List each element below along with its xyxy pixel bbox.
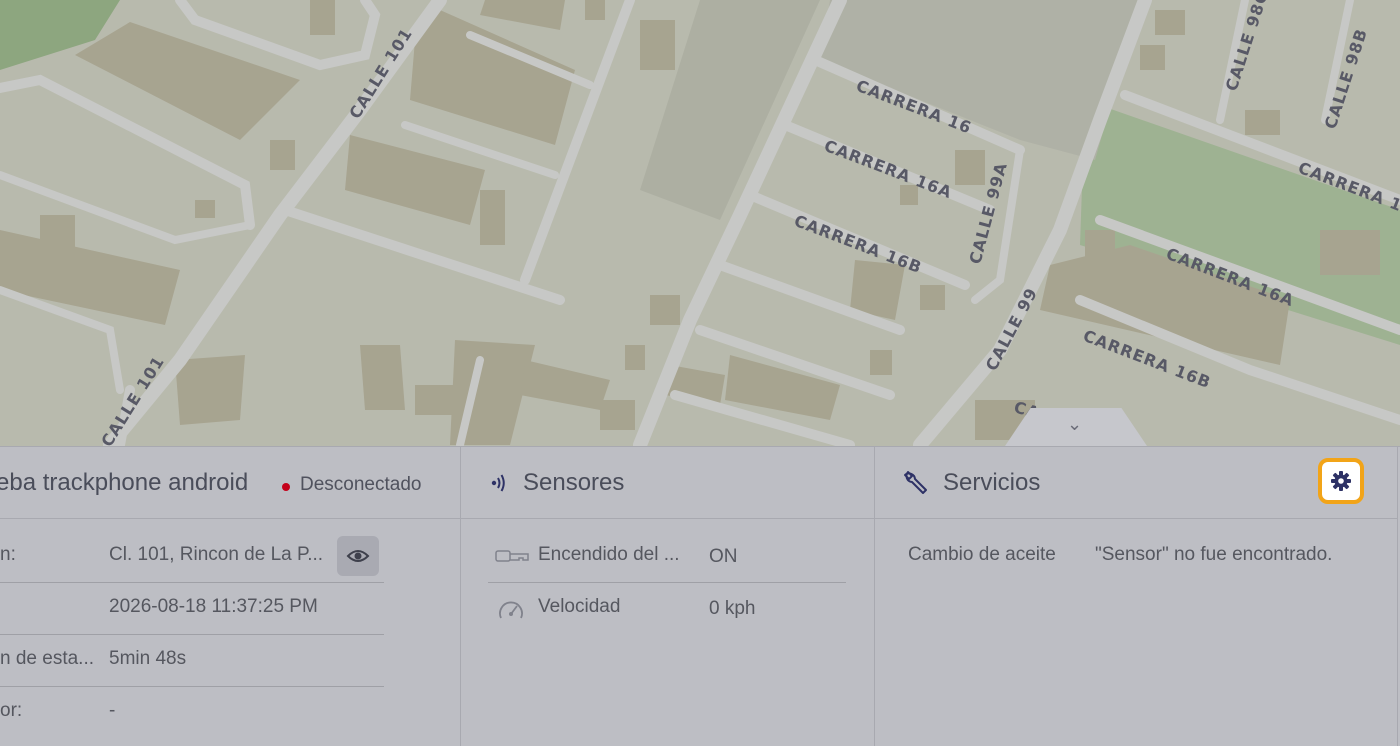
- row-label: n de esta...: [0, 648, 95, 669]
- sensor-label: Velocidad: [538, 596, 621, 617]
- sensors-header: Sensores: [461, 447, 874, 519]
- row-value: 2026-08-18 11:37:25 PM: [109, 596, 318, 617]
- device-info-row: 2026-08-18 11:37:25 PM: [0, 582, 384, 635]
- device-info-column: eba trackphone android Desconectado n: C…: [0, 447, 461, 746]
- connection-status: Desconectado: [300, 474, 422, 495]
- chevron-down-icon: ⌄: [1067, 414, 1083, 434]
- ignition-key-icon: [495, 550, 529, 562]
- sensor-row: Velocidad 0 kph: [488, 582, 846, 634]
- service-row: Cambio de aceite "Sensor" no fue encontr…: [908, 530, 1388, 582]
- sensor-value: ON: [709, 546, 738, 567]
- device-info-row: n de esta... 5min 48s: [0, 634, 384, 687]
- wrench-icon: [904, 471, 927, 494]
- status-dot: [282, 483, 290, 491]
- device-info-row: or: -: [0, 686, 384, 738]
- row-value: Cl. 101, Rincon de La P...: [109, 544, 324, 565]
- row-label: n:: [0, 544, 16, 565]
- service-value: "Sensor" no fue encontrado.: [1095, 544, 1333, 565]
- sensor-row: Encendido del ... ON: [488, 530, 846, 583]
- sensor-label: Encendido del ...: [538, 544, 680, 565]
- gear-icon: [1331, 471, 1351, 491]
- bottom-info-panel: eba trackphone android Desconectado n: C…: [0, 446, 1400, 746]
- sensor-signal-icon: [491, 474, 505, 492]
- eye-icon: [346, 550, 370, 562]
- sensors-column: Sensores Encendido del ... ON Velocidad …: [461, 447, 875, 746]
- row-value: -: [109, 700, 116, 721]
- settings-button[interactable]: [1318, 458, 1364, 504]
- services-title: Servicios: [943, 469, 1041, 496]
- sensor-value: 0 kph: [709, 598, 756, 619]
- row-value: 5min 48s: [109, 648, 187, 669]
- sensors-title: Sensores: [523, 469, 625, 496]
- view-address-button[interactable]: [337, 536, 379, 576]
- service-label: Cambio de aceite: [908, 544, 1056, 565]
- row-label: or:: [0, 700, 23, 721]
- device-info-row: n: Cl. 101, Rincon de La P...: [0, 530, 384, 583]
- device-info-header: eba trackphone android Desconectado: [0, 447, 460, 519]
- speedometer-icon: [499, 601, 523, 619]
- device-name: eba trackphone android: [0, 469, 249, 496]
